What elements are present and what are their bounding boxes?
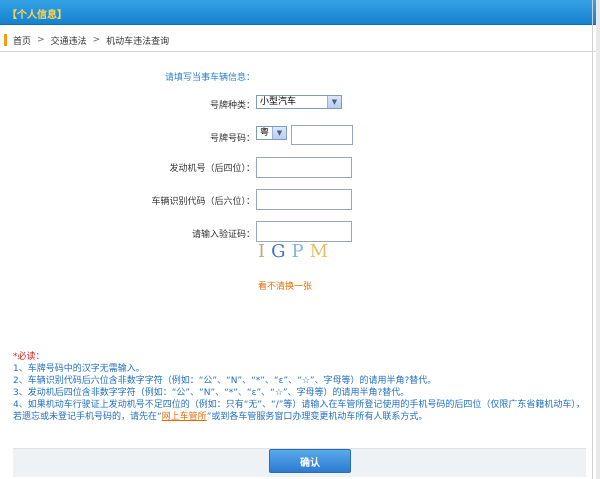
note-line: 1、车牌号码中的汉字无需输入。 bbox=[13, 364, 145, 374]
captcha-char: I bbox=[258, 241, 272, 262]
notes-title: *必读： bbox=[13, 352, 45, 362]
vin-input[interactable] bbox=[256, 189, 352, 210]
vertical-scrollbar[interactable] bbox=[596, 0, 600, 479]
province-select[interactable]: 粤 ▼ bbox=[256, 126, 287, 140]
chevron-down-icon[interactable]: ▼ bbox=[272, 127, 286, 139]
captcha-input[interactable] bbox=[256, 221, 352, 242]
online-dmv-link[interactable]: 网上车管所 bbox=[162, 412, 207, 422]
captcha-char: M bbox=[309, 241, 335, 262]
breadcrumb-traffic[interactable]: 交通违法 bbox=[51, 34, 87, 47]
note-line: 3、发动机后四位含非数字字符（例如：“公”、“N”、“*”、“ε”、“☆”、字母… bbox=[13, 388, 410, 398]
breadcrumb: 首页 > 交通违法 > 机动车违法查询 bbox=[0, 29, 596, 52]
captcha-image[interactable]: IGPM bbox=[258, 241, 350, 271]
breadcrumb-home[interactable]: 首页 bbox=[13, 34, 31, 47]
plate-type-value: 小型汽车 bbox=[260, 97, 297, 107]
form-hint: 请填写当事车辆信息： bbox=[165, 73, 256, 83]
note-line-tail: ”或到各车管服务窗口办理变更机动车所有人联系方式。 bbox=[206, 412, 428, 422]
engine-input[interactable] bbox=[256, 157, 352, 178]
breadcrumb-separator-icon: > bbox=[37, 35, 45, 45]
vin-label: 车辆识别代码（后六位）： bbox=[151, 197, 255, 207]
confirm-button[interactable]: 确认 bbox=[269, 449, 351, 473]
breadcrumb-marker-icon bbox=[4, 34, 7, 46]
header-title: 【个人信息】 bbox=[7, 10, 67, 21]
captcha-char: P bbox=[291, 241, 310, 262]
plate-number-input[interactable] bbox=[291, 125, 353, 145]
content-border bbox=[592, 0, 593, 479]
notes: *必读： 1、车牌号码中的汉字无需输入。 2、车辆识别代码后六位含非数字字符（例… bbox=[13, 351, 593, 423]
note-line: 4、如果机动车行驶证上发动机号不足四位的（例如：只有“无”、“/”等）请输入在车… bbox=[13, 399, 593, 423]
header-bar: 【个人信息】 bbox=[0, 0, 596, 25]
note-line: 2、车辆识别代码后六位含非数字字符（例如：“公”、“N”、“*”、“ε”、“☆”… bbox=[13, 376, 437, 386]
captcha-label: 请输入验证码： bbox=[191, 230, 255, 240]
plate-type-label: 号牌种类： bbox=[209, 101, 255, 111]
province-value: 粤 bbox=[260, 128, 270, 138]
engine-label: 发动机号（后四位）： bbox=[169, 164, 255, 174]
plate-type-select[interactable]: 小型汽车 ▼ bbox=[256, 95, 342, 109]
chevron-down-icon[interactable]: ▼ bbox=[327, 96, 341, 108]
breadcrumb-separator-icon: > bbox=[92, 35, 101, 45]
refresh-captcha-link[interactable]: 看不清换一张 bbox=[258, 279, 312, 292]
breadcrumb-vehicle-query: 机动车违法查询 bbox=[106, 36, 170, 47]
plate-number-label: 号牌号码： bbox=[209, 134, 255, 144]
captcha-char: G bbox=[271, 241, 292, 262]
